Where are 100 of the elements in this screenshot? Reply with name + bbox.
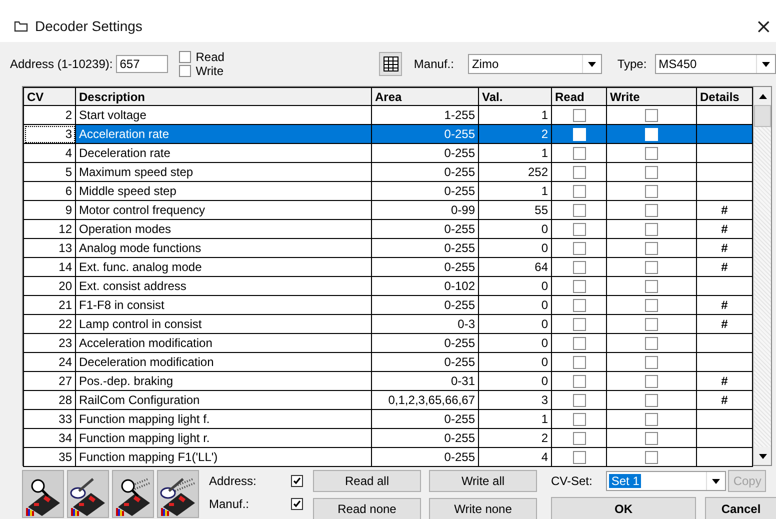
dialog-button[interactable]: Cancel <box>705 497 776 519</box>
table-cell: 28 <box>24 390 76 410</box>
checkbox[interactable] <box>645 280 658 294</box>
checkbox[interactable] <box>645 185 658 198</box>
table-cell: 0-255 <box>372 410 478 428</box>
grid-button[interactable] <box>379 52 402 76</box>
dropdown-arrow-icon <box>588 62 596 66</box>
table-cell: Acceleration modification <box>76 334 372 352</box>
checkbox[interactable] <box>645 413 658 426</box>
checkbox[interactable] <box>645 432 658 446</box>
table-cell: 0-255 <box>372 182 478 200</box>
column-header[interactable]: Val. <box>478 88 552 106</box>
checkbox[interactable] <box>645 204 658 218</box>
checkbox[interactable] <box>572 318 586 332</box>
checkbox[interactable] <box>572 185 586 198</box>
checkbox[interactable] <box>572 432 586 446</box>
address-field[interactable]: 657 <box>116 55 168 73</box>
table-cell: Function mapping light r. <box>76 428 372 448</box>
column-header[interactable]: CV <box>24 88 76 106</box>
address-label: Address (1-10239): <box>10 57 113 71</box>
dialog-button[interactable]: OK <box>551 497 696 519</box>
table-cell: 0-99 <box>372 200 478 220</box>
table-cell: 0 <box>478 276 552 296</box>
table-cell: 14 <box>24 258 76 276</box>
table-cell: 0 <box>478 296 552 314</box>
checkbox[interactable] <box>178 51 191 63</box>
write-button[interactable]: Write none <box>429 498 537 519</box>
checkbox[interactable] <box>645 299 658 312</box>
column-header[interactable]: Details <box>696 88 752 106</box>
column-header[interactable]: Description <box>76 88 372 106</box>
table-cell: 24 <box>24 352 76 372</box>
table-cell: 0 <box>478 372 552 390</box>
scroll-down-icon[interactable] <box>758 454 766 458</box>
checkbox[interactable] <box>291 498 303 510</box>
scrollbar[interactable] <box>753 87 771 465</box>
read-button[interactable]: Read all <box>313 470 421 492</box>
folder-icon <box>14 20 28 32</box>
checkbox[interactable] <box>572 299 586 312</box>
type-dropdown[interactable]: MS450 <box>654 54 776 74</box>
checkbox[interactable] <box>572 280 586 294</box>
checkbox[interactable] <box>645 375 658 388</box>
checkbox[interactable] <box>572 413 586 426</box>
checkbox[interactable] <box>572 375 586 388</box>
checkbox[interactable] <box>572 147 586 160</box>
table-cell: 2 <box>478 124 552 144</box>
table-cell: 34 <box>24 428 76 448</box>
checkbox[interactable] <box>572 337 586 350</box>
table-cell: 33 <box>24 410 76 428</box>
checkbox[interactable] <box>645 166 658 180</box>
checkbox[interactable] <box>572 242 586 256</box>
table-cell: 0-31 <box>372 372 478 390</box>
table-cell: 20 <box>24 276 76 296</box>
table-cell: Ext. func. analog mode <box>76 258 372 276</box>
close-button[interactable]: × <box>751 14 776 38</box>
programmer-read-track-button[interactable] <box>112 470 154 518</box>
checkbox[interactable] <box>291 475 303 487</box>
table-cell: 55 <box>478 200 552 220</box>
checkbox[interactable] <box>645 337 658 350</box>
table-cell: Analog mode functions <box>76 238 372 258</box>
checkbox[interactable] <box>572 223 586 236</box>
table-cell: 13 <box>24 238 76 258</box>
scroll-up-icon[interactable] <box>758 94 766 98</box>
checkbox[interactable] <box>645 318 658 332</box>
checkbox[interactable] <box>572 109 586 122</box>
write-button[interactable]: Write all <box>429 470 537 492</box>
checkbox[interactable] <box>645 394 658 408</box>
checkbox[interactable] <box>645 109 658 122</box>
table-cell: 35 <box>24 448 76 466</box>
programmer-write-track-button[interactable] <box>157 470 199 518</box>
manufacturer-dropdown[interactable]: Zimo <box>468 54 602 74</box>
column-header[interactable]: Area <box>372 88 478 106</box>
checkbox[interactable] <box>645 147 658 160</box>
manufacturer-label: Manuf.: <box>414 57 454 71</box>
table-cell: 12 <box>24 220 76 238</box>
checkbox[interactable] <box>645 261 658 274</box>
checkbox[interactable] <box>645 356 658 370</box>
table-cell: 0 <box>478 334 552 352</box>
checkbox[interactable] <box>572 394 586 408</box>
checkbox[interactable] <box>572 204 586 218</box>
read-button[interactable]: Read none <box>313 498 421 519</box>
checkbox[interactable] <box>572 356 586 370</box>
programmer-write-button[interactable] <box>67 470 109 518</box>
table-cell: Ext. consist address <box>76 276 372 296</box>
scroll-thumb[interactable] <box>754 105 771 127</box>
cv-set-dropdown[interactable]: Set 1 <box>606 471 726 491</box>
details-cell[interactable] <box>696 124 752 144</box>
table-cell: 0-255 <box>372 124 478 144</box>
column-header[interactable]: Write <box>606 88 696 106</box>
column-header[interactable]: Read <box>552 88 606 106</box>
table-cell: Function mapping light f. <box>76 410 372 428</box>
checkbox[interactable] <box>572 166 586 180</box>
checkbox[interactable] <box>645 242 658 256</box>
checkbox[interactable] <box>645 451 658 464</box>
programmer-read-button[interactable] <box>22 470 64 518</box>
checkbox[interactable] <box>572 451 586 464</box>
checkbox[interactable] <box>572 261 586 274</box>
checkbox[interactable] <box>645 223 658 236</box>
checkbox[interactable] <box>178 65 191 77</box>
table-cell: 0-255 <box>372 144 478 162</box>
table-cell: 9 <box>24 200 76 220</box>
